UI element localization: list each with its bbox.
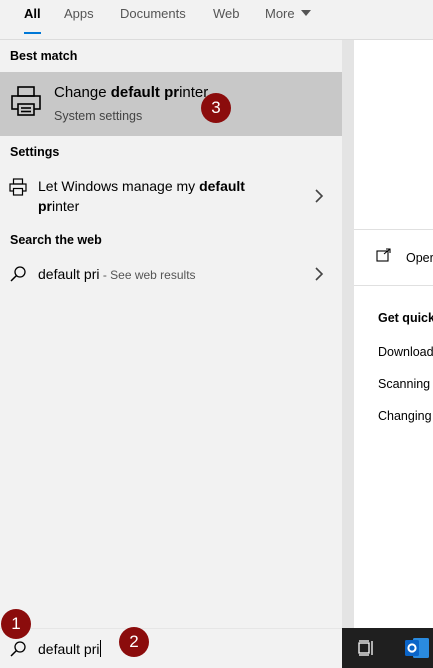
outlook-icon[interactable] [404, 636, 430, 660]
section-settings: Settings [10, 145, 60, 159]
settings-result-label: Let Windows manage my default printer [38, 178, 245, 214]
tab-apps[interactable]: Apps [64, 6, 94, 34]
search-input[interactable]: default pri [38, 640, 102, 657]
callout-badge: 2 [119, 627, 149, 657]
preview-get-quick-heading: Get quick [378, 311, 433, 325]
callout-badge: 1 [1, 609, 31, 639]
open-icon [376, 248, 391, 262]
chevron-right-icon [315, 267, 324, 281]
callout-badge: 3 [201, 93, 231, 123]
best-match-result[interactable]: Change default printer System settings [0, 72, 342, 136]
tab-more[interactable]: More [265, 6, 311, 34]
web-search-result[interactable]: default pri - See web results [0, 262, 342, 288]
preview-link-changing[interactable]: Changing [378, 409, 432, 423]
section-search-web: Search the web [10, 233, 102, 247]
best-match-title: Change default printer [54, 84, 209, 101]
chevron-down-icon [300, 10, 311, 16]
preview-link-download[interactable]: Download [378, 345, 433, 359]
tab-documents[interactable]: Documents [120, 6, 186, 34]
section-best-match: Best match [10, 49, 78, 63]
search-icon [10, 641, 26, 657]
taskbar [342, 628, 433, 668]
best-match-subtitle: System settings [54, 109, 143, 123]
preview-card: Oper Get quick Download Scanning Changin… [354, 40, 433, 628]
preview-panel: Oper Get quick Download Scanning Changin… [342, 40, 433, 628]
results-panel: Best match Change default printer System… [0, 40, 342, 628]
tab-all[interactable]: All [24, 6, 41, 34]
chevron-right-icon [315, 189, 324, 203]
search-icon [10, 266, 26, 282]
settings-result-default-printer[interactable]: Let Windows manage my default printer [0, 174, 342, 220]
tab-more-label: More [265, 6, 295, 21]
preview-link-scanning[interactable]: Scanning [378, 377, 430, 391]
search-box[interactable]: default pri [0, 628, 342, 668]
task-view-icon[interactable] [358, 640, 374, 656]
preview-divider [354, 229, 433, 230]
tab-web[interactable]: Web [213, 6, 240, 34]
printer-icon [11, 86, 41, 116]
printer-icon [9, 178, 27, 196]
preview-open-action[interactable]: Oper [406, 251, 433, 265]
web-search-label: default pri - See web results [38, 266, 196, 282]
search-tabs: All Apps Documents Web More [0, 0, 433, 40]
text-caret [100, 640, 102, 657]
preview-divider [354, 285, 433, 286]
